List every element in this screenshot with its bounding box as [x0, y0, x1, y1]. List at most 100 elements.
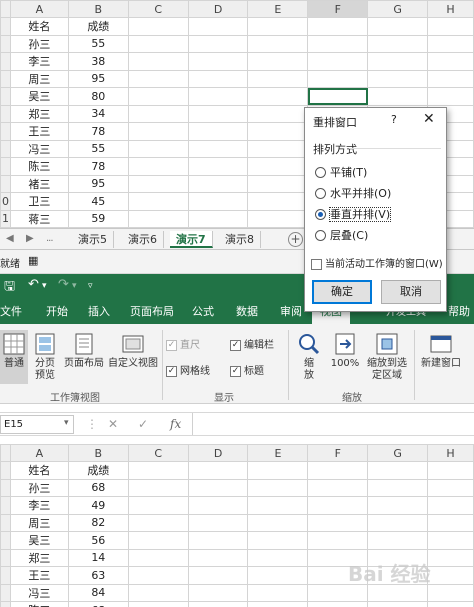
col-header-g[interactable]: G [367, 444, 429, 462]
formula-bar-checkbox[interactable]: ✓ 编辑栏 [230, 336, 274, 351]
cell[interactable] [247, 513, 309, 532]
row-header[interactable] [0, 496, 11, 515]
zoom-100-button[interactable]: 100% [328, 333, 362, 370]
cell[interactable] [367, 87, 429, 106]
cell[interactable] [307, 69, 369, 88]
cell[interactable]: 郑三 [9, 548, 69, 567]
gridlines-checkbox[interactable]: ✓ 网格线 [166, 362, 210, 377]
cell[interactable] [427, 601, 474, 607]
row-header[interactable] [0, 87, 11, 106]
cell[interactable] [127, 461, 189, 480]
redo-dropdown-icon[interactable]: ▾ [72, 281, 77, 291]
cell[interactable]: 冯三 [9, 583, 69, 602]
row-header[interactable] [0, 531, 11, 550]
col-header-b[interactable]: B [67, 0, 129, 18]
cell[interactable] [307, 87, 369, 106]
cell[interactable] [127, 601, 189, 607]
cell[interactable] [307, 34, 369, 53]
corner-cell[interactable] [0, 0, 11, 18]
active-workbook-checkbox[interactable]: 当前活动工作簿的窗口(W) [311, 255, 443, 270]
cell[interactable]: 68 [67, 601, 129, 607]
cell[interactable] [247, 122, 309, 141]
cell[interactable]: 卫三 [9, 192, 69, 211]
cell[interactable] [247, 17, 309, 36]
cell[interactable]: 56 [67, 531, 129, 550]
cell[interactable]: 38 [67, 52, 129, 71]
row-header[interactable] [0, 583, 11, 602]
cell[interactable] [247, 139, 309, 158]
row-header[interactable] [0, 69, 11, 88]
cell[interactable]: 褚三 [9, 174, 69, 193]
cell[interactable]: 孙三 [9, 478, 69, 497]
cell[interactable]: 孙三 [9, 34, 69, 53]
cell[interactable] [127, 52, 189, 71]
tab-page-layout[interactable]: 页面布局 [130, 303, 174, 319]
col-header-c[interactable]: C [127, 444, 189, 462]
cell[interactable]: 陈三 [9, 157, 69, 176]
row-header[interactable] [0, 461, 11, 480]
cell[interactable] [367, 69, 429, 88]
cell[interactable]: 李三 [9, 496, 69, 515]
cell[interactable] [367, 496, 429, 515]
sheet-tab-8[interactable]: 演示8 [219, 231, 261, 248]
cell[interactable] [427, 566, 474, 585]
cell[interactable] [427, 548, 474, 567]
row-header[interactable] [0, 104, 11, 123]
cell[interactable] [247, 601, 309, 607]
cell[interactable] [307, 496, 369, 515]
cell[interactable] [247, 461, 309, 480]
cell[interactable] [187, 52, 249, 71]
cell[interactable] [187, 513, 249, 532]
col-header-d[interactable]: D [187, 444, 249, 462]
tab-review[interactable]: 审阅 [280, 303, 302, 319]
row-header[interactable] [0, 52, 11, 71]
cell[interactable] [187, 157, 249, 176]
col-header-a[interactable]: A [9, 0, 69, 18]
cell[interactable] [127, 566, 189, 585]
cell[interactable] [367, 513, 429, 532]
close-icon[interactable]: ✕ [423, 111, 435, 127]
cell[interactable]: 78 [67, 122, 129, 141]
tab-insert[interactable]: 插入 [88, 303, 110, 319]
cell[interactable] [187, 566, 249, 585]
sheet-tab-5[interactable]: 演示5 [72, 231, 114, 248]
cell[interactable]: 34 [67, 104, 129, 123]
cell[interactable] [247, 478, 309, 497]
cell[interactable] [127, 34, 189, 53]
cell[interactable] [247, 52, 309, 71]
row-header[interactable] [0, 478, 11, 497]
redo-icon[interactable]: ↷ [58, 277, 69, 292]
cell[interactable] [307, 513, 369, 532]
cell[interactable] [127, 513, 189, 532]
sheet-tab-6[interactable]: 演示6 [122, 231, 164, 248]
cell[interactable] [307, 478, 369, 497]
row-header[interactable] [0, 174, 11, 193]
cell[interactable]: 成绩 [67, 461, 129, 480]
cell[interactable]: 78 [67, 157, 129, 176]
col-header-h[interactable]: H [427, 0, 474, 18]
cell[interactable] [187, 139, 249, 158]
cell[interactable] [127, 17, 189, 36]
col-header-f[interactable]: F [307, 444, 369, 462]
cell[interactable] [187, 174, 249, 193]
col-header-a[interactable]: A [9, 444, 69, 462]
cell[interactable] [367, 461, 429, 480]
cell[interactable] [247, 34, 309, 53]
help-icon[interactable]: ? [391, 113, 397, 126]
enter-formula-icon[interactable]: ✓ [138, 417, 148, 431]
cell[interactable]: 王三 [9, 566, 69, 585]
tab-scroll-right-icon[interactable]: ▶ [26, 233, 34, 244]
name-box-dropdown-icon[interactable]: ▾ [64, 418, 69, 428]
cell[interactable] [127, 583, 189, 602]
ok-button[interactable]: 确定 [312, 280, 372, 304]
tab-scroll-left-icon[interactable]: ◀ [6, 233, 14, 244]
cell[interactable]: 王三 [9, 122, 69, 141]
tab-more-icon[interactable]: ... [46, 233, 53, 244]
col-header-g[interactable]: G [367, 0, 429, 18]
cell[interactable] [367, 34, 429, 53]
cell[interactable]: 55 [67, 139, 129, 158]
formula-input[interactable] [192, 413, 474, 435]
cell[interactable]: 14 [67, 548, 129, 567]
customize-qat-icon[interactable]: ▿ [88, 281, 93, 291]
cell[interactable]: 李三 [9, 52, 69, 71]
